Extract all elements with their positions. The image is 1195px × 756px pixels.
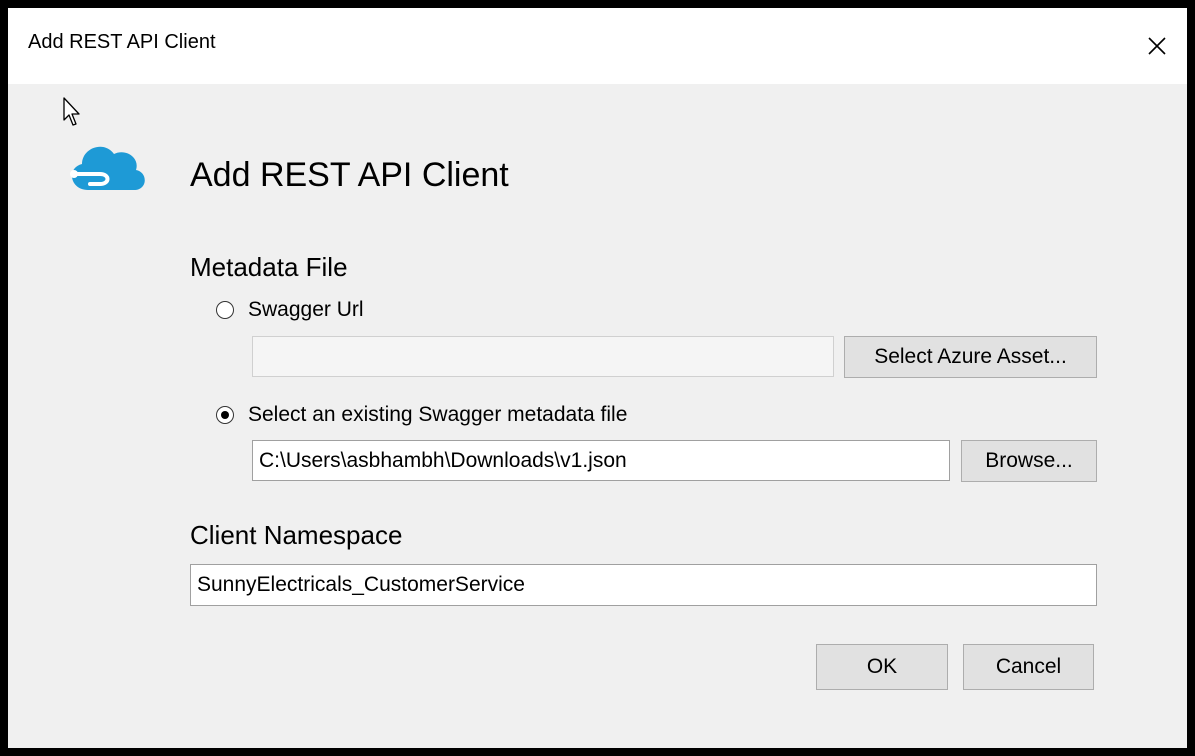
select-azure-asset-button[interactable]: Select Azure Asset...	[844, 336, 1097, 378]
radio-checked-icon	[216, 406, 234, 424]
client-namespace-label: Client Namespace	[190, 520, 403, 550]
metadata-file-path-input[interactable]: C:\Users\asbhambh\Downloads\v1.json	[252, 440, 950, 481]
radio-unchecked-icon	[216, 301, 234, 319]
cancel-button[interactable]: Cancel	[963, 644, 1094, 690]
mouse-pointer-icon	[63, 97, 80, 126]
swagger-url-label: Swagger Url	[248, 298, 364, 321]
browse-button[interactable]: Browse...	[961, 440, 1097, 482]
window-title: Add REST API Client	[28, 31, 216, 53]
close-icon	[1148, 37, 1166, 55]
metadata-file-label: Metadata File	[190, 252, 348, 282]
page-heading: Add REST API Client	[190, 156, 509, 194]
dialog-window: Add REST API Client Add REST API Client …	[8, 8, 1187, 748]
close-button[interactable]	[1127, 8, 1187, 84]
swagger-url-radio[interactable]: Swagger Url	[216, 298, 364, 322]
ok-button[interactable]: OK	[816, 644, 948, 690]
swagger-url-input[interactable]	[252, 336, 834, 377]
azure-cloud-icon	[70, 146, 145, 190]
existing-file-label: Select an existing Swagger metadata file	[248, 403, 628, 426]
existing-file-radio[interactable]: Select an existing Swagger metadata file	[216, 403, 627, 427]
title-bar: Add REST API Client	[8, 8, 1187, 84]
client-namespace-input[interactable]: SunnyElectricals_CustomerService	[190, 564, 1097, 606]
